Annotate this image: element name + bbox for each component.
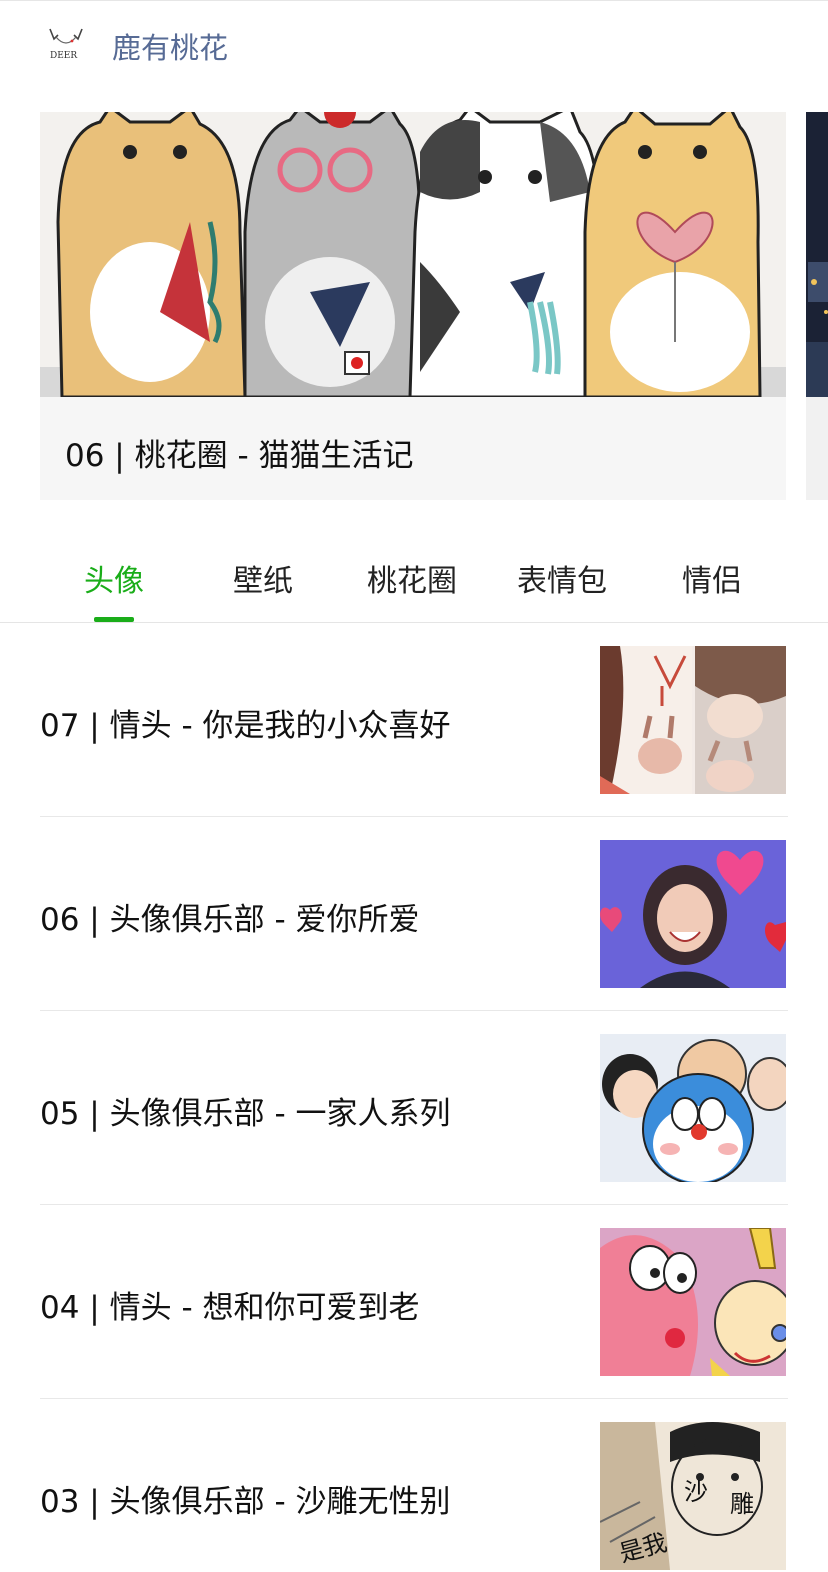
tab-peach-circle[interactable]: 桃花圈 [337, 556, 487, 600]
featured-carousel[interactable]: 06 | 桃花圈 - 猫猫生活记 [40, 112, 828, 502]
featured-card-title[interactable]: 06 | 桃花圈 - 猫猫生活记 [65, 430, 414, 475]
active-tab-indicator [94, 617, 134, 622]
article-title[interactable]: 03 | 头像俱乐部 - 沙雕无性别 [40, 1476, 451, 1521]
next-card-peek[interactable] [806, 112, 828, 500]
thumb-text: 沙 [684, 1478, 708, 1506]
tab-wallpaper[interactable]: 壁纸 [188, 556, 338, 600]
list-item[interactable]: 03 | 头像俱乐部 - 沙雕无性别 沙 雕 是我 [40, 1399, 788, 1572]
account-header: DEER 鹿有桃花 [0, 0, 828, 90]
tab-avatar[interactable]: 头像 [39, 556, 189, 600]
thumb-text: 雕 [730, 1490, 754, 1518]
article-title[interactable]: 07 | 情头 - 你是我的小众喜好 [40, 700, 451, 745]
list-item[interactable]: 07 | 情头 - 你是我的小众喜好 [40, 623, 788, 817]
category-tabs: 头像 壁纸 桃花圈 表情包 情侣 [0, 540, 828, 623]
article-thumbnail[interactable]: 沙 雕 是我 [600, 1422, 786, 1570]
article-title[interactable]: 04 | 情头 - 想和你可爱到老 [40, 1282, 420, 1327]
featured-card[interactable]: 06 | 桃花圈 - 猫猫生活记 [40, 112, 786, 500]
list-item[interactable]: 05 | 头像俱乐部 - 一家人系列 [40, 1011, 788, 1205]
article-title[interactable]: 06 | 头像俱乐部 - 爱你所爱 [40, 894, 420, 939]
next-card-caption-area [806, 397, 828, 500]
tab-stickers[interactable]: 表情包 [487, 556, 637, 600]
article-thumbnail[interactable] [600, 646, 786, 794]
logo-text: DEER [50, 51, 77, 61]
article-title[interactable]: 05 | 头像俱乐部 - 一家人系列 [40, 1088, 451, 1133]
account-name[interactable]: 鹿有桃花 [112, 25, 228, 67]
list-item[interactable]: 04 | 情头 - 想和你可爱到老 [40, 1205, 788, 1399]
featured-card-image[interactable] [40, 112, 786, 397]
article-thumbnail[interactable] [600, 1034, 786, 1182]
deer-logo-icon[interactable]: DEER [44, 25, 90, 63]
article-thumbnail[interactable] [600, 840, 786, 988]
tab-couple[interactable]: 情侣 [637, 556, 787, 600]
list-item[interactable]: 06 | 头像俱乐部 - 爱你所爱 [40, 817, 788, 1011]
article-thumbnail[interactable] [600, 1228, 786, 1376]
page: DEER 鹿有桃花 06 | 桃花圈 - 猫猫生活记 头像 壁纸 桃花圈 表情包… [0, 0, 828, 1572]
